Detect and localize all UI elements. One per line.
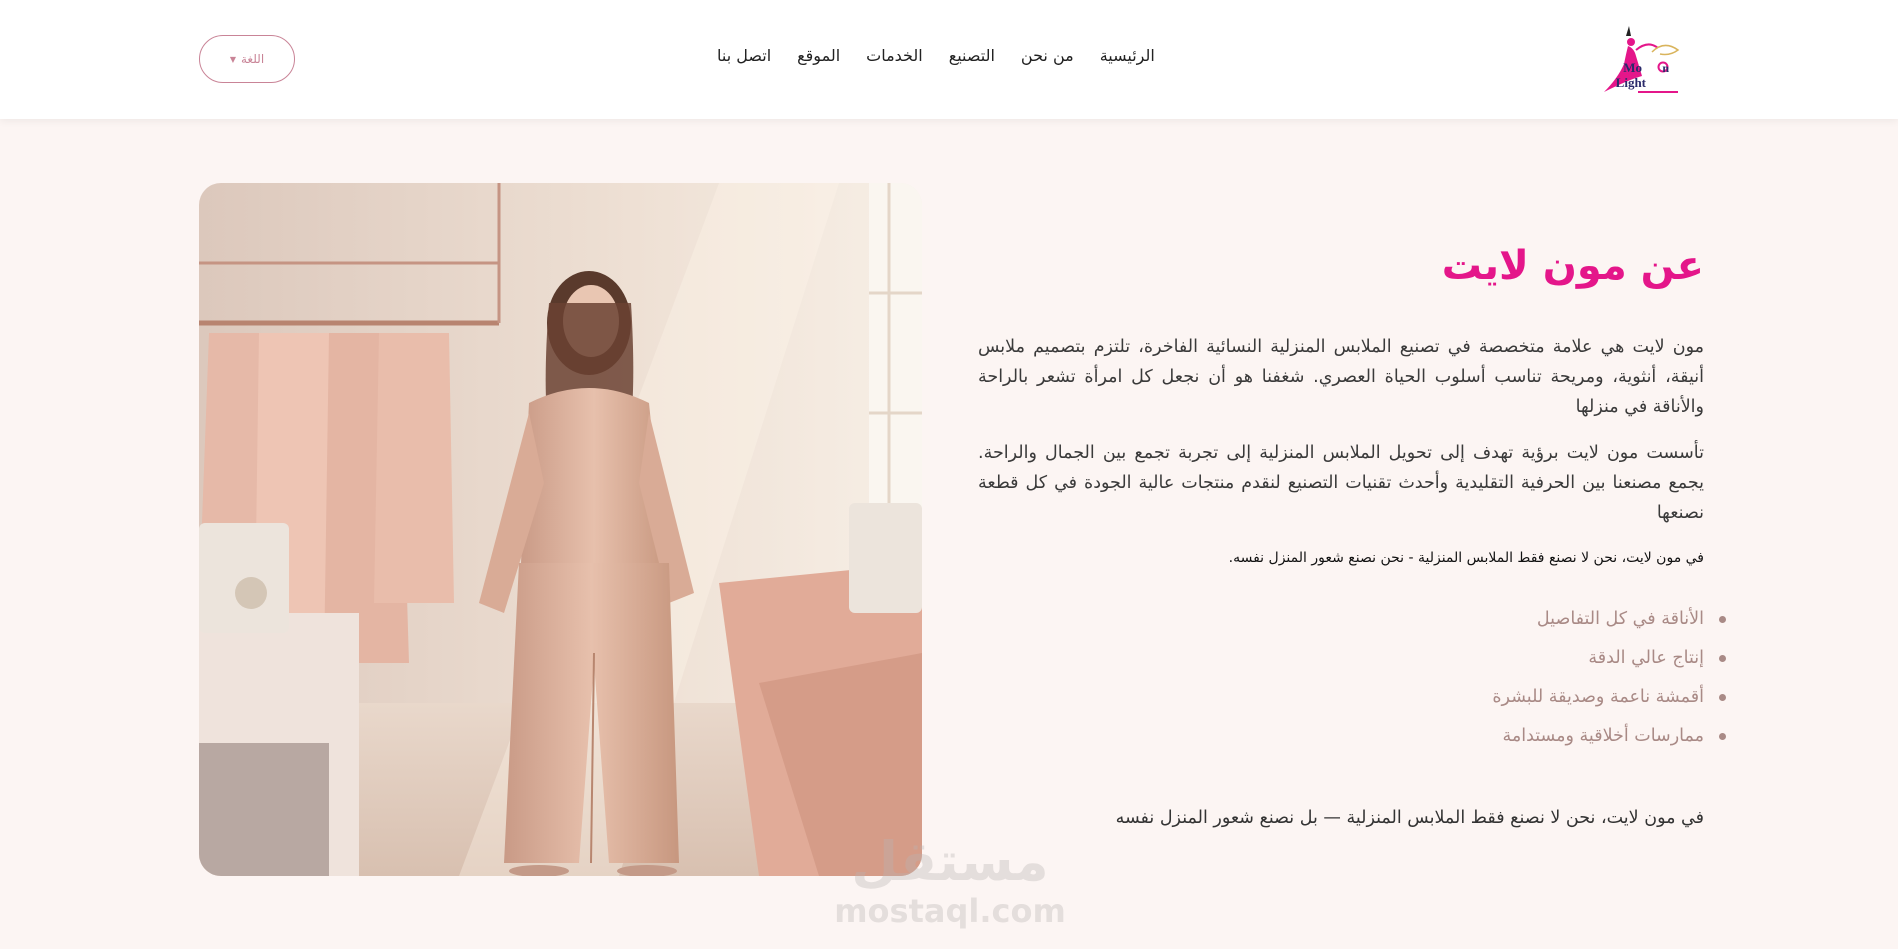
about-tagline: في مون لايت، نحن لا نصنع فقط الملابس الم… [1228,550,1704,566]
features-list: الأناقة في كل التفاصيل إنتاج عالي الدقة … [978,600,1726,756]
feature-item: أقمشة ناعمة وصديقة للبشرة [978,678,1726,717]
about-section: عن مون لايت مون لايت هي علامة متخصصة في … [978,240,1726,828]
feature-item: الأناقة في كل التفاصيل [978,600,1726,639]
caret-down-icon: ▼ [229,54,236,64]
bullet-icon [1719,616,1726,623]
feature-label: أقمشة ناعمة وصديقة للبشرة [1492,687,1704,707]
nav-location[interactable]: الموقع [797,46,840,65]
bullet-icon [1719,694,1726,701]
svg-text:Mo: Mo [1623,60,1642,75]
nav-services[interactable]: الخدمات [866,46,923,65]
about-closing: في مون لايت، نحن لا نصنع فقط الملابس الم… [1115,808,1704,828]
nav-home[interactable]: الرئيسية [1100,46,1155,65]
watermark-latin: mostaql.com [834,892,1066,930]
svg-text:Light: Light [1616,75,1647,90]
moonlight-logo[interactable]: Mo n Light [1598,22,1682,96]
about-paragraph-1: مون لايت هي علامة متخصصة في تصنيع الملاب… [978,337,1704,417]
feature-label: إنتاج عالي الدقة [1588,648,1704,668]
about-title: عن مون لايت [1441,243,1704,289]
feature-item: إنتاج عالي الدقة [978,639,1726,678]
main-nav: الرئيسية من نحن التصنيع الخدمات الموقع ا… [717,46,1155,65]
feature-label: ممارسات أخلاقية ومستدامة [1502,726,1704,746]
nav-about[interactable]: من نحن [1021,46,1074,65]
svg-text:n: n [1662,61,1669,75]
feature-item: ممارسات أخلاقية ومستدامة [978,717,1726,756]
about-paragraph-2: تأسست مون لايت برؤية تهدف إلى تحويل المل… [978,443,1704,523]
mostaql-watermark: مستقل mostaql.com [830,822,1070,932]
watermark-arabic: مستقل [851,830,1049,893]
language-button[interactable]: اللغة ▼ [199,35,295,83]
language-label: اللغة [240,52,265,66]
nav-contact[interactable]: اتصل بنا [717,46,771,65]
bullet-icon [1719,655,1726,662]
bullet-icon [1719,733,1726,740]
nav-manufacturing[interactable]: التصنيع [949,46,995,65]
feature-label: الأناقة في كل التفاصيل [1536,609,1704,629]
site-header: Mo n Light الرئيسية من نحن التصنيع الخدم… [0,0,1898,119]
hero-photo [199,183,922,876]
